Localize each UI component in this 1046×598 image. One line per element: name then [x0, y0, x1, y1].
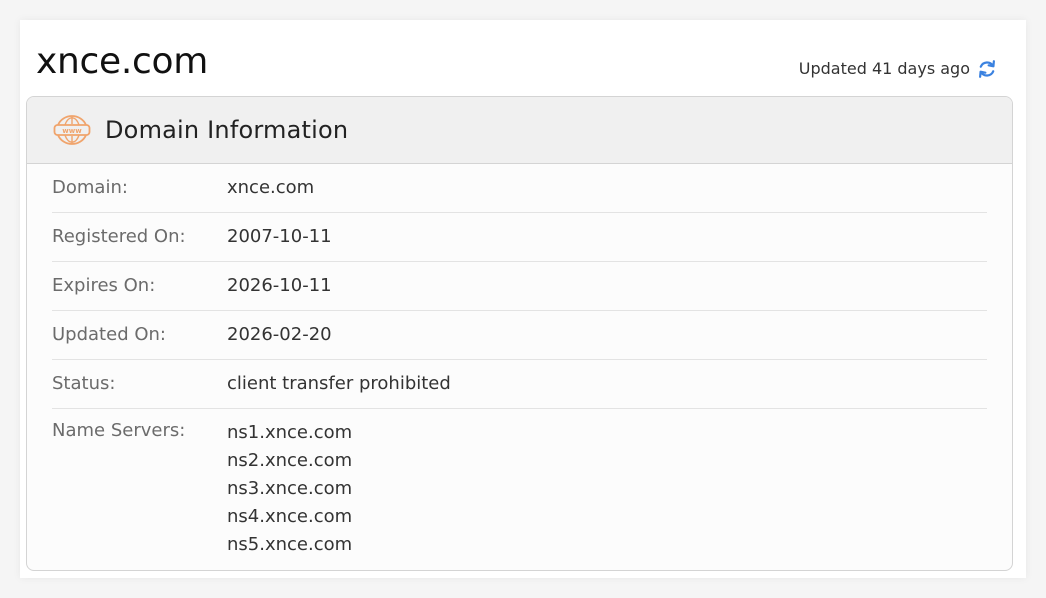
expires-row: Expires On: 2026-10-11 [52, 262, 987, 311]
domain-row: Domain: xnce.com [52, 164, 987, 213]
status-row: Status: client transfer prohibited [52, 360, 987, 409]
updated-row: Updated On: 2026-02-20 [52, 311, 987, 360]
name-server-item: ns2.xnce.com [227, 450, 353, 471]
row-label: Updated On: [52, 324, 166, 345]
panel-header: www Domain Information [27, 97, 1012, 164]
row-label: Domain: [52, 177, 128, 198]
page-title: xnce.com [36, 41, 208, 82]
updated-text: Updated 41 days ago [798, 59, 970, 78]
name-server-item: ns5.xnce.com [227, 534, 353, 555]
refresh-icon[interactable] [976, 58, 998, 80]
row-value: 2026-10-11 [227, 275, 332, 296]
name-server-item: ns3.xnce.com [227, 478, 353, 499]
row-value: xnce.com [227, 177, 315, 198]
domain-info-panel: www Domain Information Domain: xnce.com … [26, 96, 1013, 571]
page-card: xnce.com Updated 41 days ago www Domain … [20, 20, 1026, 578]
www-globe-icon: www [53, 113, 91, 147]
row-label: Registered On: [52, 226, 186, 247]
panel-title: Domain Information [105, 116, 349, 144]
name-server-item: ns1.xnce.com [227, 422, 353, 443]
row-value: 2007-10-11 [227, 226, 332, 247]
name-servers-row: Name Servers: ns1.xnce.com ns2.xnce.com … [52, 409, 987, 559]
updated-status: Updated 41 days ago [799, 58, 998, 80]
registered-row: Registered On: 2007-10-11 [52, 213, 987, 262]
name-server-item: ns4.xnce.com [227, 506, 353, 527]
row-label: Status: [52, 373, 116, 394]
svg-text:www: www [62, 127, 82, 135]
row-value: client transfer prohibited [227, 373, 451, 394]
row-label: Expires On: [52, 275, 156, 296]
row-label: Name Servers: [52, 420, 186, 441]
info-rows: Domain: xnce.com Registered On: 2007-10-… [27, 164, 1012, 559]
name-server-list: ns1.xnce.com ns2.xnce.com ns3.xnce.com n… [227, 419, 352, 559]
row-value: 2026-02-20 [227, 324, 332, 345]
